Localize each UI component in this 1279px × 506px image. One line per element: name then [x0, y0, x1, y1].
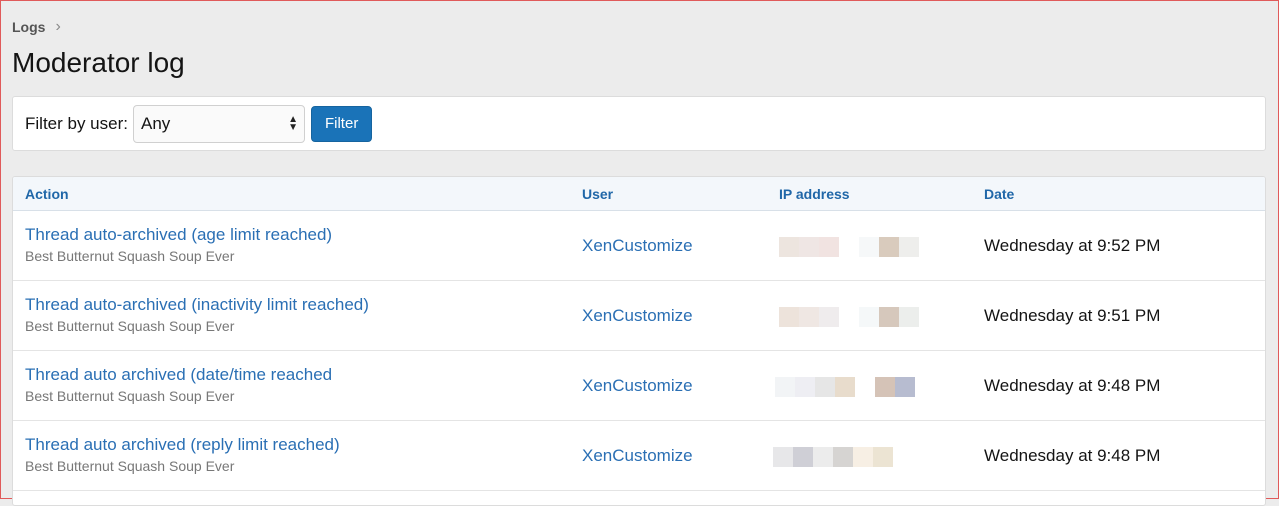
thread-title: Best Butternut Squash Soup Ever: [25, 318, 235, 334]
action-link[interactable]: Thread auto archived (reply limit reache…: [25, 435, 340, 455]
ip-address-redacted: [779, 307, 919, 327]
ip-pixel-block: [875, 377, 895, 397]
user-link[interactable]: XenCustomize: [582, 446, 693, 466]
action-link[interactable]: Thread auto archived (date/time reached: [25, 365, 332, 385]
header-ip: IP address: [779, 186, 850, 202]
header-action: Action: [25, 186, 69, 202]
ip-pixel-block: [833, 447, 853, 467]
ip-pixel-block: [813, 447, 833, 467]
ip-pixel-block: [899, 307, 919, 327]
ip-pixel-block: [793, 447, 813, 467]
select-arrows-icon: ▲ ▼: [288, 113, 298, 133]
table-header: Action User IP address Date: [13, 177, 1265, 211]
breadcrumb: Logs ›: [12, 18, 61, 36]
ip-pixel-block: [819, 307, 839, 327]
ip-pixel-block: [799, 307, 819, 327]
ip-pixel-block: [795, 377, 815, 397]
ip-pixel-block: [853, 447, 873, 467]
ip-address-redacted: [775, 377, 915, 397]
header-date: Date: [984, 186, 1015, 202]
ip-pixel-block: [899, 237, 919, 257]
breadcrumb-logs-link[interactable]: Logs: [12, 19, 45, 35]
ip-pixel-block: [855, 377, 875, 397]
ip-pixel-block: [839, 237, 859, 257]
user-link[interactable]: XenCustomize: [582, 376, 693, 396]
user-filter-select[interactable]: Any ▲ ▼: [132, 104, 305, 143]
filter-panel: Filter by user: Any ▲ ▼ Filter: [12, 96, 1266, 151]
thread-title: Best Butternut Squash Soup Ever: [25, 458, 235, 474]
log-date: Wednesday at 9:52 PM: [984, 236, 1161, 255]
filter-button[interactable]: Filter: [310, 105, 373, 142]
log-date: Wednesday at 9:48 PM: [984, 446, 1161, 465]
ip-pixel-block: [835, 377, 855, 397]
ip-pixel-block: [799, 237, 819, 257]
ip-pixel-block: [859, 307, 879, 327]
user-filter-selected: Any: [140, 113, 171, 133]
thread-title: Best Butternut Squash Soup Ever: [25, 388, 235, 404]
table-row: Thread auto archived (reply limit reache…: [13, 421, 1265, 491]
ip-pixel-block: [873, 447, 893, 467]
table-row: Thread auto-archived (inactivity limit r…: [13, 281, 1265, 351]
ip-pixel-block: [879, 237, 899, 257]
table-row: Thread auto archived (date/time reached …: [13, 351, 1265, 421]
ip-pixel-block: [779, 237, 799, 257]
ip-pixel-block: [779, 307, 799, 327]
ip-pixel-block: [815, 377, 835, 397]
chevron-right-icon: ›: [55, 18, 61, 35]
log-date: Wednesday at 9:51 PM: [984, 306, 1161, 325]
table-row: Thread auto-archived (age limit reached)…: [13, 211, 1265, 281]
ip-pixel-block: [839, 307, 859, 327]
action-link[interactable]: Thread auto-archived (inactivity limit r…: [25, 295, 369, 315]
ip-address-redacted: [779, 237, 919, 257]
ip-pixel-block: [859, 237, 879, 257]
moderator-log-table: Action User IP address Date Thread auto-…: [12, 176, 1266, 506]
ip-address-redacted: [773, 447, 893, 467]
thread-title: Best Butternut Squash Soup Ever: [25, 248, 235, 264]
action-link[interactable]: Thread auto-archived (age limit reached): [25, 225, 332, 245]
ip-pixel-block: [819, 237, 839, 257]
ip-pixel-block: [879, 307, 899, 327]
user-link[interactable]: XenCustomize: [582, 306, 693, 326]
header-user: User: [582, 186, 614, 202]
ip-pixel-block: [773, 447, 793, 467]
log-date: Wednesday at 9:48 PM: [984, 376, 1161, 395]
filter-label: Filter by user:: [25, 113, 128, 133]
user-link[interactable]: XenCustomize: [582, 236, 693, 256]
ip-pixel-block: [775, 377, 795, 397]
page-title: Moderator log: [12, 47, 185, 78]
ip-pixel-block: [895, 377, 915, 397]
